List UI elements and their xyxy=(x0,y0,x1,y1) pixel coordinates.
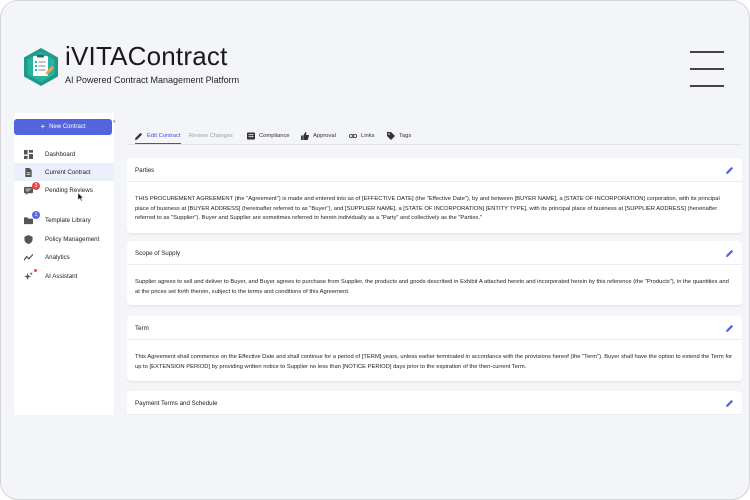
section-parties: Parties THIS PROCUREMENT AGREEMENT (the … xyxy=(127,158,742,233)
folder-icon xyxy=(24,217,33,225)
sidebar-item-pending-reviews[interactable]: 3 Pending Reviews xyxy=(14,181,114,201)
sidebar-item-label: Analytics xyxy=(45,253,70,261)
ai-assistant-notification-dot xyxy=(34,269,37,272)
tab-label: Tags xyxy=(399,133,412,139)
sidebar-item-label: Pending Reviews xyxy=(45,186,93,194)
section-header: Scope of Supply xyxy=(127,241,742,265)
document-icon xyxy=(25,168,32,177)
header: iVITAContract AI Powered Contract Manage… xyxy=(1,1,749,113)
plus-icon: + xyxy=(40,122,46,131)
app-title: iVITAContract xyxy=(65,41,228,71)
analytics-icon xyxy=(24,253,33,261)
section-title: Scope of Supply xyxy=(135,250,181,257)
main-content: Edit Contract Review Changes Compliance … xyxy=(127,113,742,415)
edit-icon[interactable] xyxy=(726,166,734,174)
sidebar-item-label: Dashboard xyxy=(45,150,76,158)
tab-label: Edit Contract xyxy=(147,132,181,139)
sidebar-item-template-library[interactable]: 1 Template Library xyxy=(14,211,114,229)
sidebar-item-current-contract[interactable]: Current Contract xyxy=(14,163,114,181)
tab-edit-contract[interactable]: Edit Contract xyxy=(135,128,181,144)
section-header: Payment Terms and Schedule xyxy=(127,391,742,415)
cursor-icon xyxy=(78,193,84,201)
section-payment-terms: Payment Terms and Schedule xyxy=(127,391,742,415)
shield-icon xyxy=(24,235,33,244)
tab-label: Links xyxy=(361,133,375,139)
section-title: Payment Terms and Schedule xyxy=(135,400,218,407)
pencil-icon xyxy=(135,132,143,140)
section-title: Parties xyxy=(135,167,155,174)
tab-links[interactable]: Links xyxy=(349,128,375,144)
sidebar-item-dashboard[interactable]: Dashboard xyxy=(14,145,114,163)
tag-icon xyxy=(387,132,395,140)
app-window: iVITAContract AI Powered Contract Manage… xyxy=(0,0,750,500)
tab-bar: Edit Contract Review Changes Compliance … xyxy=(127,123,742,145)
tab-label: Review Changes xyxy=(189,133,233,139)
sidebar: + New Contract Dashboard Current Contrac… xyxy=(14,113,114,415)
tab-tags[interactable]: Tags xyxy=(387,128,411,144)
collapse-caret-icon[interactable]: ▾ xyxy=(113,119,116,125)
edit-icon[interactable] xyxy=(726,324,734,332)
edit-icon[interactable] xyxy=(726,249,734,257)
sidebar-item-label: Current Contract xyxy=(45,168,91,176)
menu-icon[interactable] xyxy=(690,51,724,87)
thumbs-up-icon xyxy=(301,132,309,140)
sidebar-item-policy-management[interactable]: Policy Management xyxy=(14,230,114,248)
dashboard-icon xyxy=(24,150,33,159)
sidebar-item-label: AI Assistant xyxy=(45,272,78,280)
section-body[interactable]: THIS PROCUREMENT AGREEMENT (the "Agreeme… xyxy=(135,195,733,224)
new-contract-button[interactable]: + New Contract xyxy=(14,119,112,135)
sidebar-item-label: Template Library xyxy=(45,216,91,224)
link-icon xyxy=(349,134,357,138)
new-contract-label: New Contract xyxy=(49,124,86,130)
tab-compliance[interactable]: Compliance xyxy=(247,128,290,144)
sparkle-icon xyxy=(24,272,33,281)
section-body[interactable]: Supplier agrees to sell and deliver to B… xyxy=(135,278,733,297)
section-title: Term xyxy=(135,325,149,332)
tab-label: Compliance xyxy=(259,133,290,139)
template-library-badge: 1 xyxy=(32,211,40,219)
edit-icon[interactable] xyxy=(726,399,734,407)
tab-approval[interactable]: Approval xyxy=(301,128,336,144)
app-subtitle: AI Powered Contract Management Platform xyxy=(65,75,240,85)
section-body[interactable]: This Agreement shall commence on the Eff… xyxy=(135,353,733,372)
section-header: Term xyxy=(127,316,742,340)
pending-reviews-badge: 3 xyxy=(32,182,40,190)
tab-review-changes[interactable]: Review Changes xyxy=(189,128,233,144)
sidebar-item-ai-assistant[interactable]: AI Assistant xyxy=(14,267,114,285)
sidebar-item-label: Policy Management xyxy=(45,235,100,243)
section-header: Parties xyxy=(127,158,742,182)
tab-label: Approval xyxy=(313,133,336,139)
section-scope-of-supply: Scope of Supply Supplier agrees to sell … xyxy=(127,241,742,305)
section-term: Term This Agreement shall commence on th… xyxy=(127,316,742,381)
checklist-icon xyxy=(247,132,255,140)
app-logo xyxy=(24,48,58,86)
sidebar-item-analytics[interactable]: Analytics xyxy=(14,248,114,266)
